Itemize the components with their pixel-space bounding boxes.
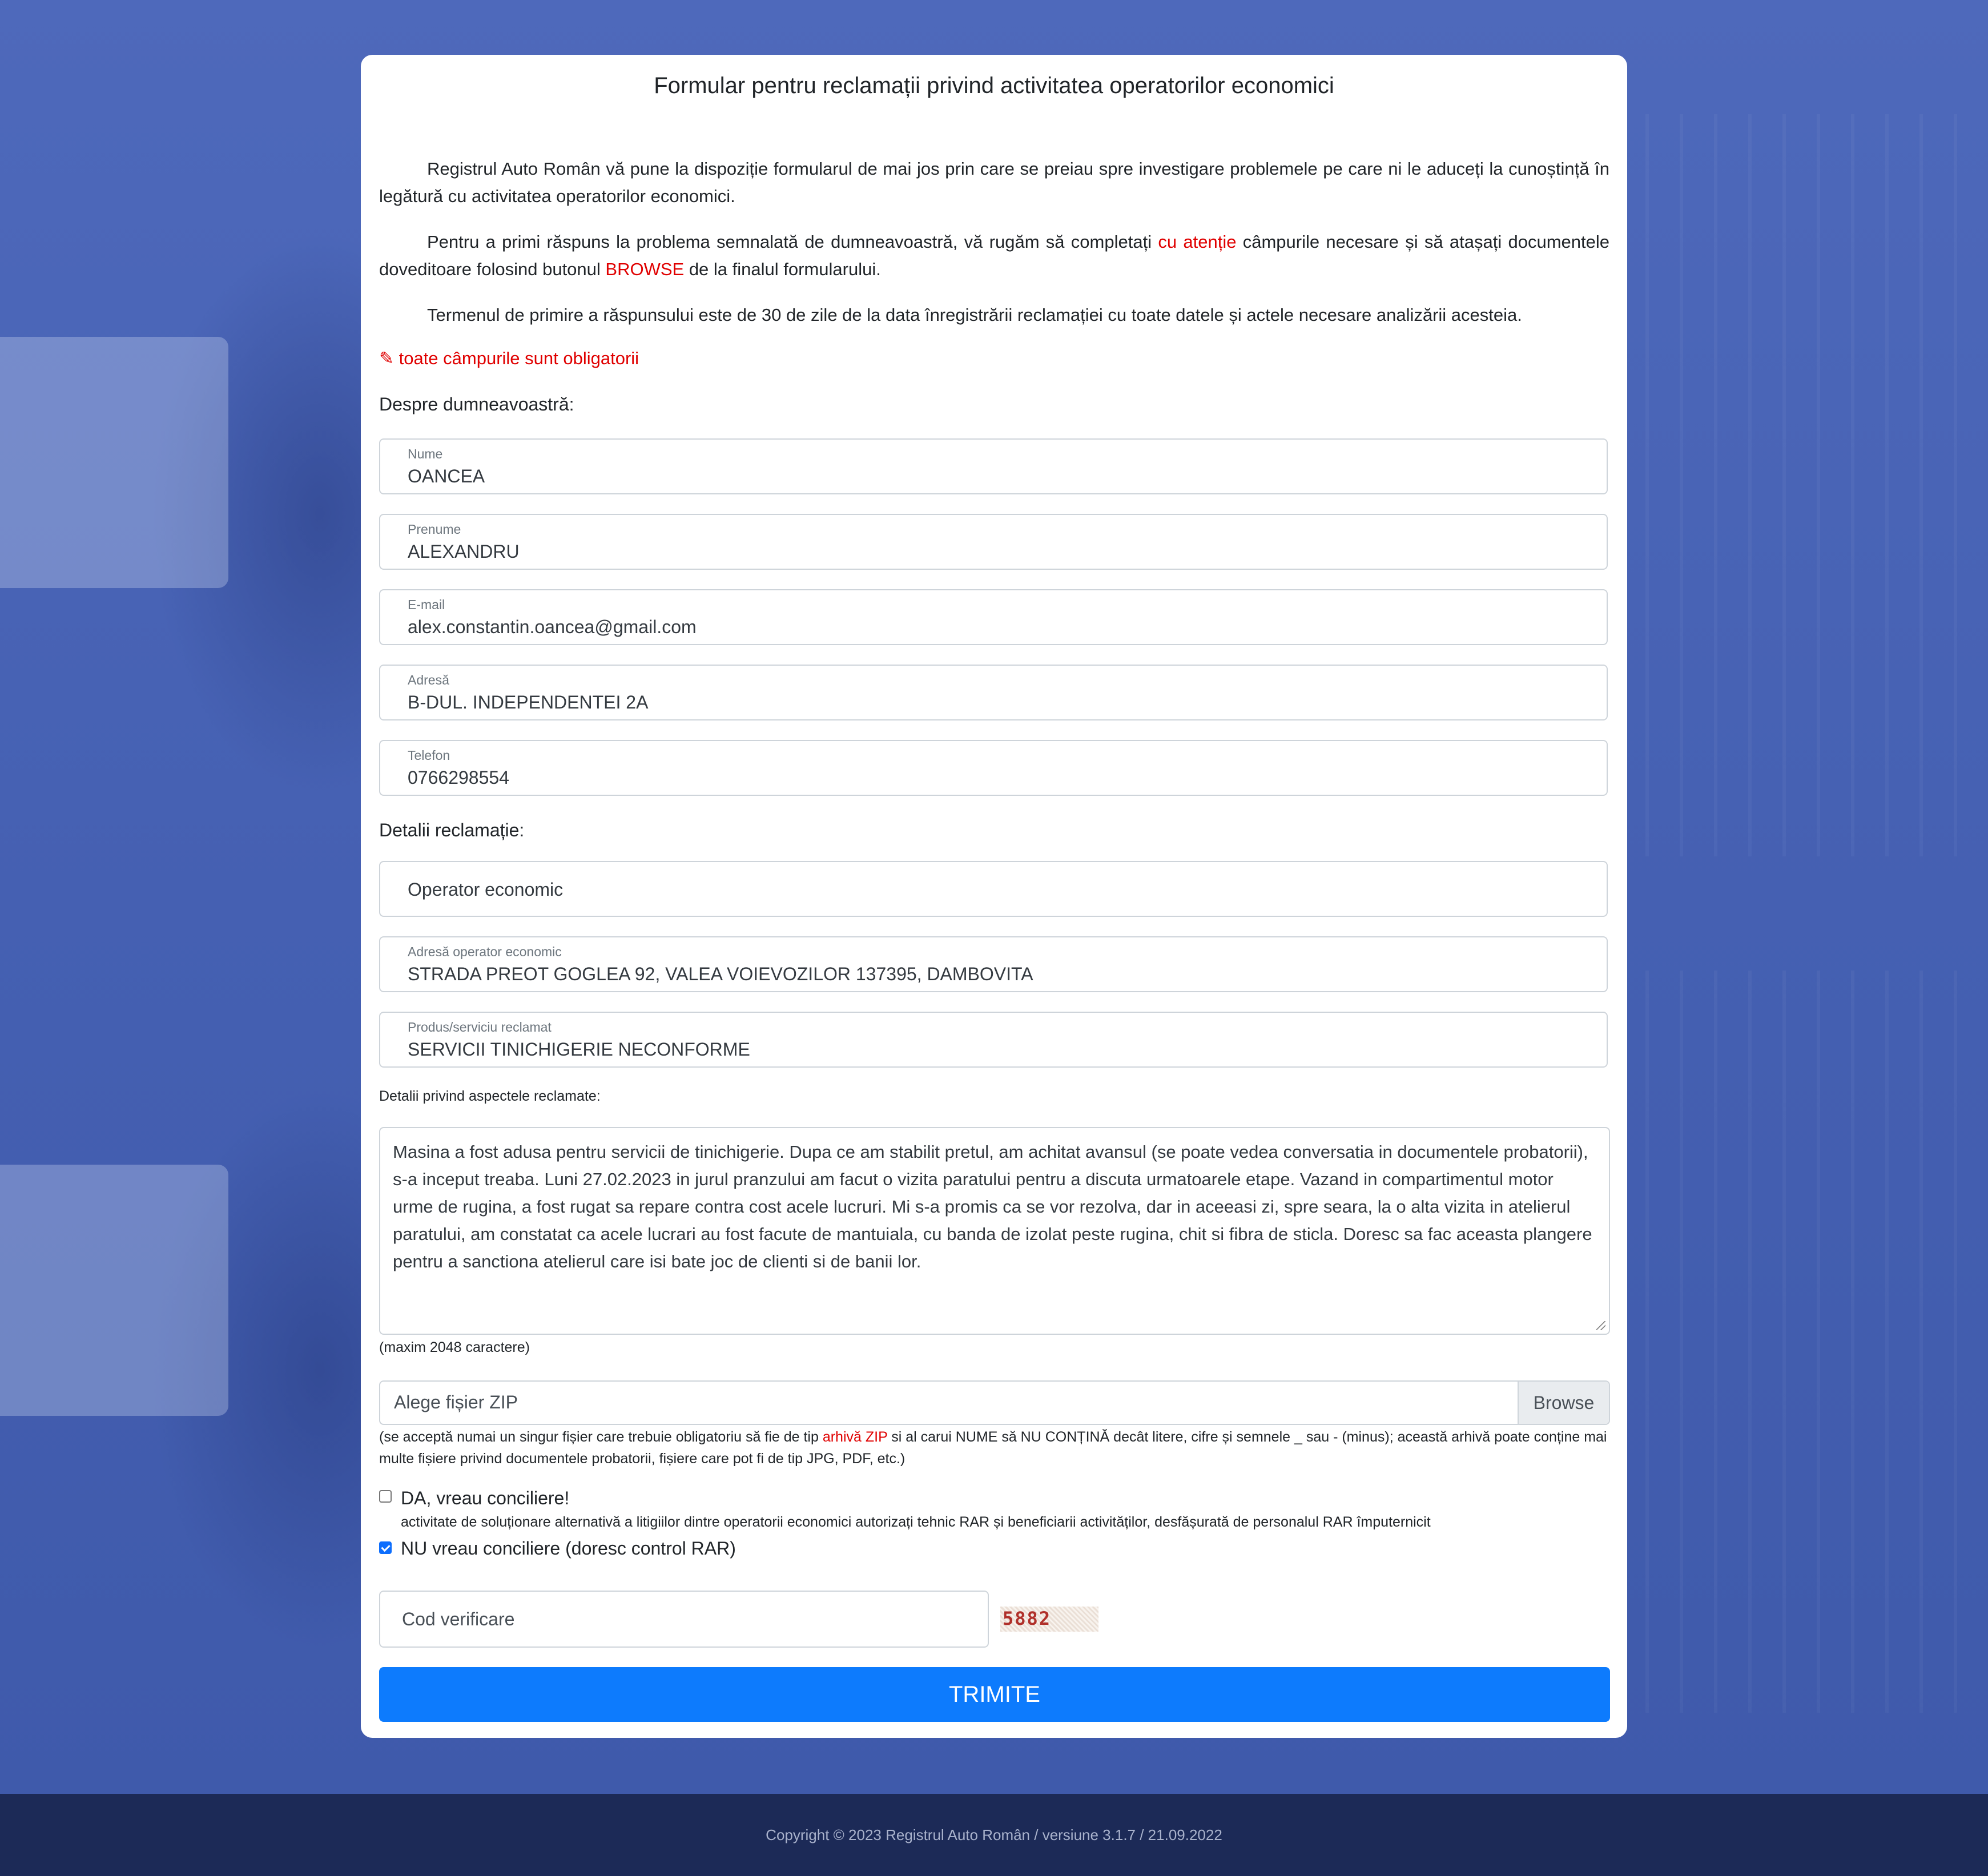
emphasis-text: cu atenție	[1158, 232, 1237, 252]
conciliere-description: activitate de soluționare alternativă a …	[401, 1514, 1431, 1530]
field-value: SERVICII TINICHIGERIE NECONFORME	[408, 1039, 750, 1060]
required-fields-note: ✎ toate câmpurile sunt obligatorii	[379, 348, 639, 368]
prenume-field[interactable]: Prenume ALEXANDRU	[379, 514, 1608, 570]
textarea-content: Masina a fost adusa pentru servicii de t…	[393, 1142, 1592, 1271]
field-value: alex.constantin.oancea@gmail.com	[408, 617, 697, 637]
complaint-details-textarea[interactable]: Masina a fost adusa pentru servicii de t…	[379, 1127, 1610, 1335]
emphasis-text: BROWSE	[605, 259, 685, 279]
field-label: Adresă operator economic	[408, 944, 562, 959]
conciliere-yes-label[interactable]: DA, vreau conciliere!	[401, 1488, 569, 1509]
field-label: Prenume	[408, 522, 461, 537]
background-stripe-shape	[1645, 114, 1988, 856]
input-placeholder: Cod verificare	[402, 1609, 515, 1629]
field-value: STRADA PREOT GOGLEA 92, VALEA VOIEVOZILO…	[408, 964, 1033, 984]
background-truck-shape	[0, 337, 228, 588]
emphasis-text: arhivă ZIP	[822, 1429, 888, 1445]
operator-economic-select[interactable]: Operator economic	[379, 861, 1608, 917]
max-characters-hint: (maxim 2048 caractere)	[379, 1339, 530, 1355]
file-help-text: (se acceptă numai un singur fișier care …	[379, 1429, 1607, 1467]
product-service-field[interactable]: Produs/serviciu reclamat SERVICII TINICH…	[379, 1012, 1608, 1068]
background-truck-shape	[0, 1165, 228, 1416]
page-title: Formular pentru reclamații privind activ…	[654, 73, 1334, 98]
telefon-field[interactable]: Telefon 0766298554	[379, 740, 1608, 796]
field-value: ALEXANDRU	[408, 541, 520, 562]
zip-file-input[interactable]: Alege fișier ZIP Browse	[379, 1380, 1610, 1425]
adresa-field[interactable]: Adresă B-DUL. INDEPENDENTEI 2A	[379, 665, 1608, 720]
resize-handle-icon[interactable]	[1596, 1321, 1605, 1330]
file-input-placeholder: Alege fișier ZIP	[394, 1392, 518, 1412]
field-label: E-mail	[408, 597, 445, 612]
field-label: Produs/serviciu reclamat	[408, 1020, 552, 1034]
intro-paragraph-3: Termenul de primire a răspunsului este d…	[427, 305, 1522, 325]
section-heading-about: Despre dumneavoastră:	[379, 394, 574, 414]
field-label: Nume	[408, 446, 443, 461]
intro-paragraph-1: Registrul Auto Român vă pune la dispoziț…	[379, 159, 1609, 206]
select-value: Operator economic	[408, 879, 564, 900]
details-label: Detalii privind aspectele reclamate:	[379, 1088, 601, 1104]
captcha-image: 5882	[1000, 1607, 1098, 1632]
section-heading-details: Detalii reclamație:	[379, 820, 525, 840]
intro-paragraph-2: Pentru a primi răspuns la problema semna…	[379, 232, 1609, 279]
conciliere-no-checkbox[interactable]	[379, 1541, 392, 1554]
field-value: OANCEA	[408, 466, 485, 486]
field-label: Telefon	[408, 748, 450, 763]
operator-address-field[interactable]: Adresă operator economic STRADA PREOT GO…	[379, 936, 1608, 992]
conciliere-yes-checkbox[interactable]	[379, 1490, 392, 1503]
copyright-text: Copyright © 2023 Registrul Auto Român / …	[766, 1826, 1222, 1843]
footer: Copyright © 2023 Registrul Auto Român / …	[0, 1794, 1988, 1876]
browse-button[interactable]: Browse	[1518, 1382, 1609, 1424]
captcha-text: 5882	[1003, 1608, 1052, 1629]
conciliere-no-label[interactable]: NU vreau conciliere (doresc control RAR)	[401, 1538, 736, 1559]
field-value: 0766298554	[408, 767, 509, 788]
complaint-form-card: Formular pentru reclamații privind activ…	[361, 55, 1627, 1738]
nume-field[interactable]: Nume OANCEA	[379, 438, 1608, 494]
field-label: Adresă	[408, 673, 449, 687]
submit-button[interactable]: TRIMITE	[379, 1667, 1610, 1722]
field-value: B-DUL. INDEPENDENTEI 2A	[408, 692, 649, 712]
background-stripe-shape	[1645, 971, 1988, 1713]
email-field[interactable]: E-mail alex.constantin.oancea@gmail.com	[379, 589, 1608, 645]
verification-code-input[interactable]: Cod verificare	[379, 1591, 989, 1648]
